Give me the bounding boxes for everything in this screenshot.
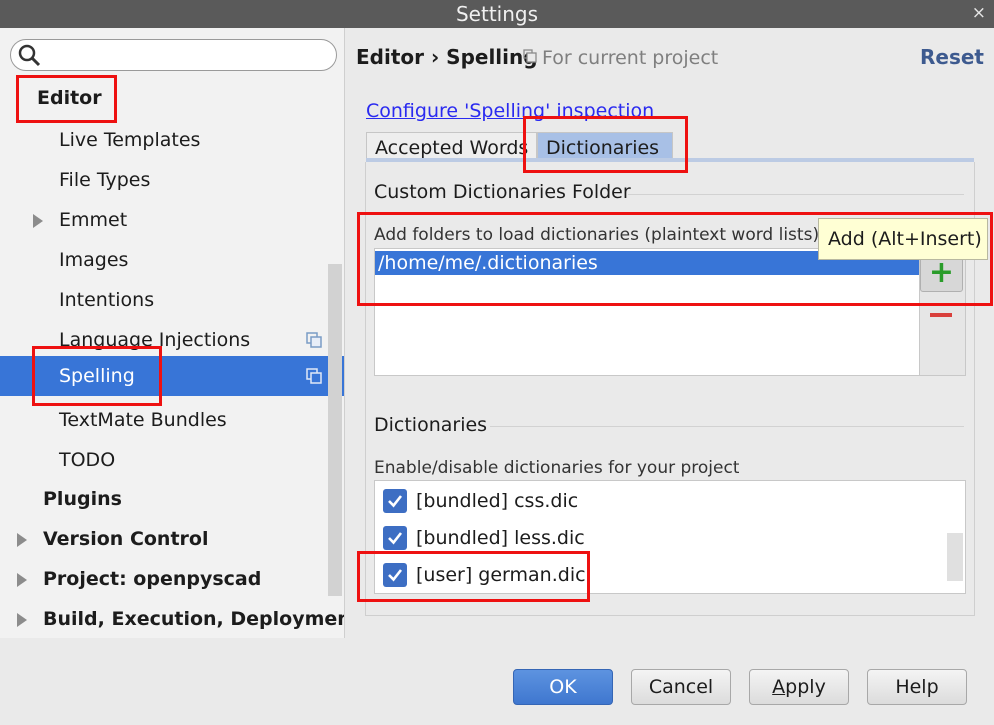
configure-inspection-link[interactable]: Configure 'Spelling' inspection	[366, 100, 654, 122]
tree-item-label: Build, Execution, Deploymen	[43, 608, 345, 630]
group-divider	[490, 426, 964, 427]
tree-item-label: Version Control	[43, 528, 209, 550]
apply-label: pply	[785, 676, 826, 698]
search-input[interactable]	[10, 39, 337, 71]
dictionaries-description: Enable/disable dictionaries for your pro…	[374, 458, 740, 478]
title-bar: Settings ×	[0, 0, 994, 28]
tree-item-label: File Types	[59, 169, 151, 191]
folders-list[interactable]: /home/me/.dictionaries	[374, 248, 920, 376]
spelling-settings-panel: Editor › Spelling For current project Re…	[346, 28, 994, 638]
expand-arrow-icon[interactable]	[17, 573, 27, 587]
tree-item-label: TextMate Bundles	[59, 409, 227, 431]
tree-item-label: Images	[59, 249, 129, 271]
cancel-button[interactable]: Cancel	[631, 669, 731, 705]
dialog-footer: OK Cancel Apply Help	[0, 638, 994, 725]
help-button[interactable]: Help	[867, 669, 967, 705]
tree-item-project[interactable]: Project: openpyscad	[0, 559, 344, 599]
tree-item-todo[interactable]: TODO	[0, 440, 344, 480]
dictionary-label: [bundled] less.dic	[416, 527, 585, 549]
window-title: Settings	[455, 2, 539, 26]
expand-arrow-icon[interactable]	[33, 214, 43, 228]
tree-item-version-control[interactable]: Version Control	[0, 519, 344, 559]
settings-tree-panel: Editor Live Templates File Types Emmet I…	[0, 28, 345, 638]
expand-arrow-icon[interactable]	[17, 533, 27, 547]
tree-scrollbar[interactable]	[328, 264, 342, 596]
tree-item-label: Plugins	[43, 488, 122, 510]
checkmark-icon	[388, 532, 403, 545]
tree-item-textmate-bundles[interactable]: TextMate Bundles	[0, 400, 344, 440]
dictionary-checkbox[interactable]	[383, 563, 407, 587]
custom-folder-title: Custom Dictionaries Folder	[374, 181, 631, 203]
dictionary-label: [user] german.dic	[416, 564, 586, 586]
tree-item-file-types[interactable]: File Types	[0, 160, 344, 200]
tree-item-spelling[interactable]: Spelling	[0, 356, 344, 396]
plus-icon: +	[928, 255, 955, 290]
project-scope-icon	[306, 368, 322, 384]
tree-item-images[interactable]: Images	[0, 240, 344, 280]
add-tooltip: Add (Alt+Insert)	[818, 218, 988, 260]
search-icon	[18, 44, 41, 67]
expand-arrow-icon[interactable]	[17, 613, 27, 627]
tree-item-label: Language Injections	[59, 329, 251, 351]
tree-item-plugins[interactable]: Plugins	[0, 479, 344, 519]
tab-label: Accepted Words	[375, 137, 529, 159]
dictionaries-list[interactable]: [bundled] css.dic [bundled] less.dic [us…	[374, 480, 966, 594]
tree-item-label: Spelling	[59, 365, 135, 387]
tree-item-label: TODO	[59, 449, 116, 471]
dictionary-checkbox[interactable]	[383, 526, 407, 550]
remove-folder-button[interactable]	[930, 313, 952, 317]
dictionaries-title: Dictionaries	[374, 414, 488, 436]
apply-mnemonic: A	[772, 676, 786, 698]
breadcrumb: Editor › Spelling	[356, 45, 538, 69]
project-scope-icon	[523, 49, 537, 63]
ok-button[interactable]: OK	[513, 669, 613, 705]
scope-label: For current project	[542, 47, 719, 69]
tree-item-label: Intentions	[59, 289, 155, 311]
tab-label: Dictionaries	[546, 137, 660, 159]
checkmark-icon	[388, 569, 403, 582]
dictionary-checkbox[interactable]	[383, 489, 407, 513]
tree-item-label: Project: openpyscad	[43, 568, 262, 590]
tree-item-intentions[interactable]: Intentions	[0, 280, 344, 320]
tree-item-build[interactable]: Build, Execution, Deploymen	[0, 599, 345, 638]
reset-link[interactable]: Reset	[920, 45, 984, 69]
tree-item-label: Emmet	[59, 209, 128, 231]
tree-item-live-templates[interactable]: Live Templates	[0, 120, 344, 160]
close-icon[interactable]: ×	[972, 3, 986, 23]
dictionaries-scrollbar[interactable]	[947, 533, 963, 581]
tree-item-editor[interactable]: Editor	[0, 78, 344, 118]
project-scope-icon	[306, 332, 322, 348]
apply-button[interactable]: Apply	[749, 669, 849, 705]
tree-item-emmet[interactable]: Emmet	[0, 200, 344, 240]
tree-item-label: Editor	[37, 87, 102, 109]
tree-item-language-injections[interactable]: Language Injections	[0, 320, 344, 360]
checkmark-icon	[388, 495, 403, 508]
dictionary-label: [bundled] css.dic	[416, 490, 579, 512]
custom-folder-description: Add folders to load dictionaries (plaint…	[374, 225, 819, 245]
tree-item-label: Live Templates	[59, 129, 201, 151]
group-divider	[628, 194, 964, 195]
